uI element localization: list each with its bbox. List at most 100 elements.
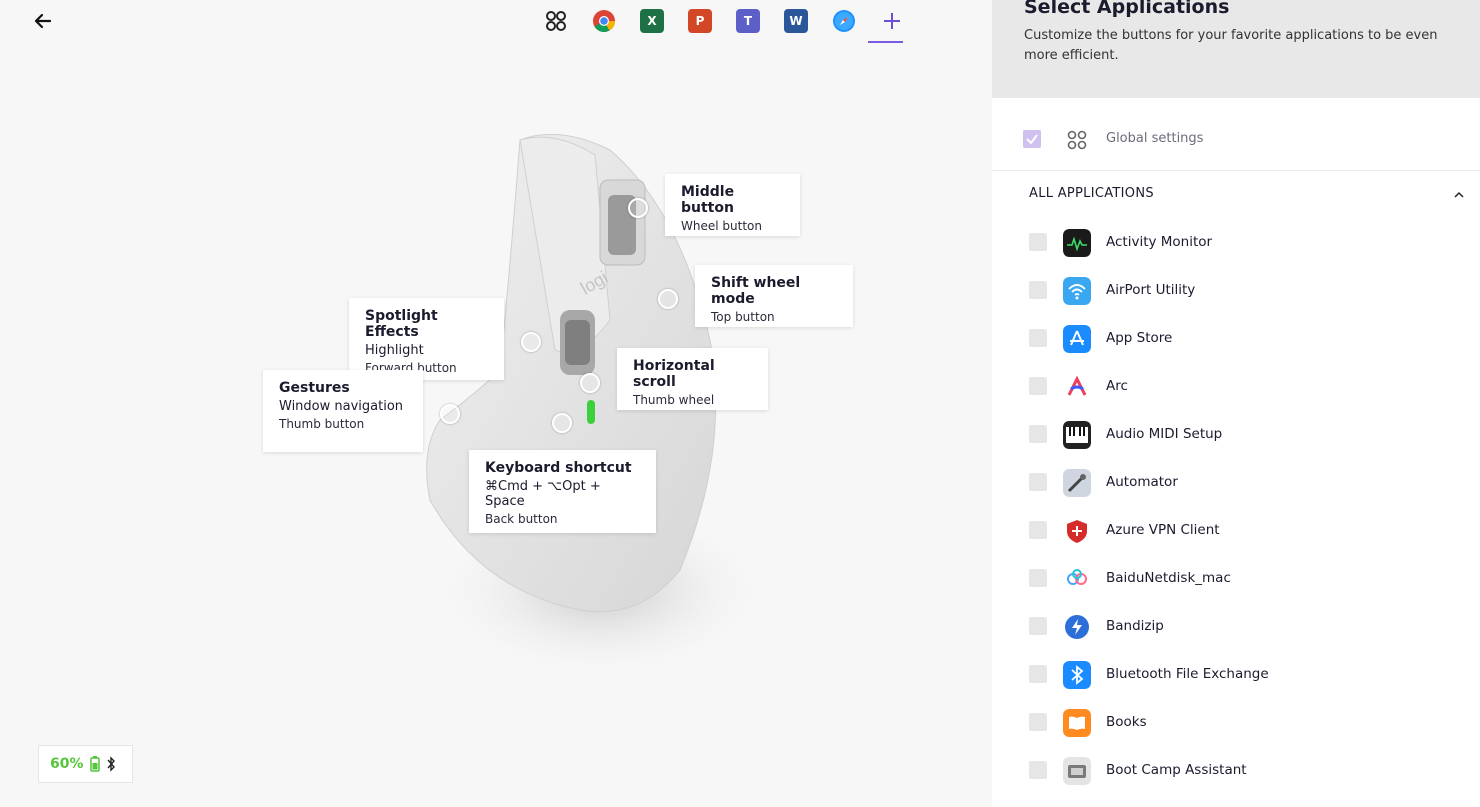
app-tab-excel[interactable]: X [628, 4, 676, 38]
callout-title: Horizontal scroll [633, 358, 715, 390]
app-tab-global[interactable] [532, 4, 580, 38]
application-name: Bandizip [1106, 618, 1164, 634]
bluetooth-icon [1063, 661, 1091, 689]
application-row[interactable]: Books [992, 699, 1480, 747]
application-row[interactable]: Azure VPN Client [992, 507, 1480, 555]
hotspot-back-button[interactable] [552, 413, 572, 433]
global-settings-row[interactable]: Global settings [992, 115, 1480, 171]
callout-horizontal-scroll[interactable]: Horizontal scroll Thumb wheel [617, 348, 768, 410]
global-settings-label: Global settings [1106, 131, 1204, 146]
application-row[interactable]: Bluetooth File Exchange [992, 651, 1480, 699]
teams-icon: T [736, 9, 760, 33]
audio-midi-icon [1063, 421, 1091, 449]
application-checkbox[interactable] [1029, 281, 1047, 299]
powerpoint-icon: P [688, 9, 712, 33]
app-tab-safari[interactable] [820, 4, 868, 38]
all-applications-header: ALL APPLICATIONS [1029, 186, 1154, 201]
safari-icon [833, 10, 855, 32]
baidu-netdisk-icon [1063, 565, 1091, 593]
app-tab-teams[interactable]: T [724, 4, 772, 38]
application-checkbox[interactable] [1029, 761, 1047, 779]
plus-icon [884, 13, 900, 29]
chrome-icon [593, 10, 615, 32]
word-icon: W [784, 9, 808, 33]
global-grid-icon [1067, 130, 1087, 150]
app-tab-bar: X P T W [532, 4, 916, 44]
application-checkbox[interactable] [1029, 617, 1047, 635]
callout-title: Middle button [681, 184, 735, 216]
automator-icon [1063, 469, 1091, 497]
application-row[interactable]: Activity Monitor [992, 219, 1480, 267]
callout-subtitle: Wheel button [681, 219, 762, 233]
application-name: Arc [1106, 378, 1128, 394]
battery-percent: 60% [50, 756, 84, 772]
application-name: BaiduNetdisk_mac [1106, 570, 1231, 586]
application-checkbox[interactable] [1029, 425, 1047, 443]
application-checkbox[interactable] [1029, 377, 1047, 395]
application-checkbox[interactable] [1029, 665, 1047, 683]
application-name: App Store [1106, 330, 1173, 346]
arc-icon [1063, 373, 1091, 401]
application-checkbox[interactable] [1029, 473, 1047, 491]
callout-keyboard-shortcut[interactable]: Keyboard shortcut ⌘Cmd + ⌥Opt + Space Ba… [469, 450, 656, 533]
application-name: Bluetooth File Exchange [1106, 666, 1269, 682]
application-name: Boot Camp Assistant [1106, 762, 1247, 778]
application-row[interactable]: Boot Camp Assistant [992, 747, 1480, 795]
callout-subtitle: Thumb wheel [633, 393, 715, 407]
bandizip-icon [1063, 613, 1091, 641]
panel-description: Customize the buttons for your favorite … [1024, 28, 1438, 63]
add-application-button[interactable] [868, 4, 916, 38]
callout-shift-wheel[interactable]: Shift wheel mode Top button [695, 265, 853, 327]
back-arrow-icon[interactable] [30, 8, 56, 34]
application-row[interactable]: Bandizip [992, 603, 1480, 651]
hotspot-forward-button[interactable] [521, 332, 541, 352]
application-row[interactable]: Automator [992, 459, 1480, 507]
callout-title: Shift wheel mode [711, 275, 801, 307]
callout-action: Window navigation [279, 399, 404, 414]
application-name: Books [1106, 714, 1147, 730]
application-name: AirPort Utility [1106, 282, 1196, 298]
application-row[interactable]: App Store [992, 315, 1480, 363]
application-name: Activity Monitor [1106, 234, 1213, 250]
callout-subtitle: Top button [711, 310, 775, 324]
application-name: Audio MIDI Setup [1106, 426, 1223, 442]
battery-icon [89, 756, 100, 772]
panel-header: Select Applications Customize the button… [992, 0, 1480, 98]
app-tab-chrome[interactable] [580, 4, 628, 38]
chevron-up-icon[interactable] [1452, 188, 1466, 202]
callout-subtitle: Back button [485, 512, 558, 526]
hotspot-thumb-wheel[interactable] [580, 373, 600, 393]
application-row[interactable]: Audio MIDI Setup [992, 411, 1480, 459]
application-row[interactable]: BaiduNetdisk_mac [992, 555, 1480, 603]
application-checkbox[interactable] [1029, 569, 1047, 587]
app-store-icon [1063, 325, 1091, 353]
application-checkbox[interactable] [1029, 329, 1047, 347]
application-name: Automator [1106, 474, 1178, 490]
application-row[interactable]: AirPort Utility [992, 267, 1480, 315]
hotspot-thumb-button[interactable] [440, 404, 460, 424]
callout-action: ⌘Cmd + ⌥Opt + Space [485, 479, 601, 509]
application-checkbox[interactable] [1029, 521, 1047, 539]
application-name: Azure VPN Client [1106, 522, 1220, 538]
application-row[interactable]: Arc [992, 363, 1480, 411]
callout-subtitle: Thumb button [279, 417, 365, 431]
bluetooth-icon [106, 756, 115, 772]
hotspot-shift-wheel[interactable] [658, 289, 678, 309]
application-checkbox[interactable] [1029, 713, 1047, 731]
hotspot-middle-button[interactable] [628, 198, 648, 218]
app-tab-powerpoint[interactable]: P [676, 4, 724, 38]
select-applications-panel: Select Applications Customize the button… [992, 0, 1480, 807]
callout-title: Keyboard shortcut [485, 460, 632, 476]
airport-utility-icon [1063, 277, 1091, 305]
global-settings-checkbox[interactable] [1023, 130, 1041, 148]
application-checkbox[interactable] [1029, 233, 1047, 251]
callout-gestures[interactable]: Gestures Window navigation Thumb button [263, 370, 423, 452]
app-tab-word[interactable]: W [772, 4, 820, 38]
active-tab-indicator [868, 41, 903, 43]
azure-vpn-icon [1063, 517, 1091, 545]
callout-middle-button[interactable]: Middle button Wheel button [665, 174, 800, 236]
callout-spotlight[interactable]: Spotlight Effects Highlight Forward butt… [349, 298, 504, 380]
callout-title: Gestures [279, 380, 350, 396]
callout-action: Highlight [365, 343, 424, 358]
books-icon [1063, 709, 1091, 737]
